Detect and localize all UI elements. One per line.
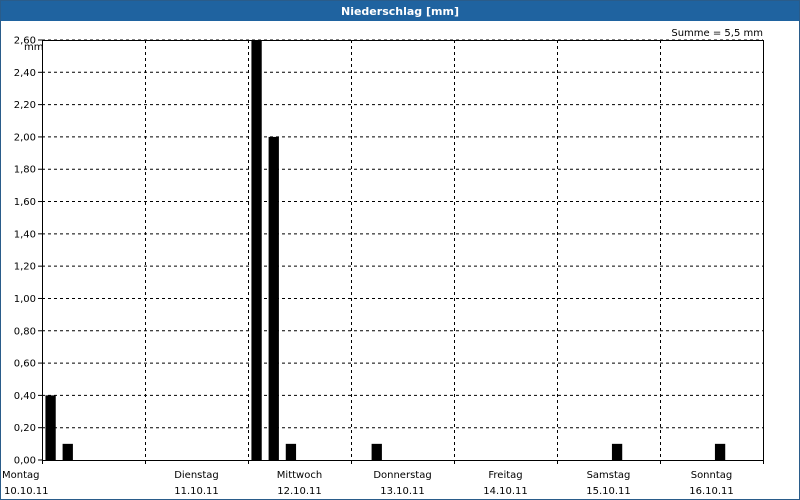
precipitation-chart: 0,00 0,20 0,40 0,60 0,80 1,00 1,20 1,40 1,60 1,80… bbox=[2, 28, 764, 497]
x-tick-labels: Montag 10.10.11 Dienstag 11.10.11 Mittwoch 12… bbox=[2, 470, 734, 497]
x-tick-label-day: Freitag bbox=[488, 470, 522, 481]
x-tick-label-day: Dienstag bbox=[174, 470, 219, 481]
x-tick-label-day: Montag bbox=[2, 470, 39, 481]
bar bbox=[45, 395, 56, 460]
y-tick-label: 2,40 bbox=[14, 68, 36, 79]
y-tick-label: 2,00 bbox=[14, 132, 36, 143]
y-tick-label: 1,40 bbox=[14, 229, 36, 240]
x-tick-label-date: 13.10.11 bbox=[380, 486, 425, 497]
x-tick-label-date: 10.10.11 bbox=[4, 486, 49, 497]
y-tick-label: 0,00 bbox=[14, 456, 36, 467]
y-axis-unit: mm bbox=[24, 42, 43, 53]
x-tick-label-date: 14.10.11 bbox=[483, 486, 528, 497]
bar bbox=[714, 443, 726, 460]
x-tick-label-day: Samstag bbox=[587, 470, 631, 481]
sum-label: Summe = 5,5 mm bbox=[671, 28, 763, 39]
x-tick-label-date: 16.10.11 bbox=[689, 486, 734, 497]
bar bbox=[268, 136, 279, 460]
x-tick-label-day: Mittwoch bbox=[277, 470, 322, 481]
y-tick-label: 0,60 bbox=[14, 359, 36, 370]
bar bbox=[611, 443, 623, 460]
grid-lines bbox=[42, 39, 763, 460]
y-tick-label: 1,80 bbox=[14, 165, 36, 176]
axes bbox=[38, 39, 764, 464]
plot-border bbox=[42, 40, 764, 461]
y-tick-label: 1,20 bbox=[14, 262, 36, 273]
x-tick-label-date: 15.10.11 bbox=[586, 486, 631, 497]
x-tick-label-day: Sonntag bbox=[691, 470, 733, 481]
bar bbox=[251, 40, 262, 460]
y-tick-label: 0,20 bbox=[14, 423, 36, 434]
x-tick-label-day: Donnerstag bbox=[373, 470, 431, 481]
bar bbox=[285, 443, 297, 460]
y-tick-label: 0,80 bbox=[14, 326, 36, 337]
y-tick-label: 0,40 bbox=[14, 391, 36, 402]
x-tick-label-date: 11.10.11 bbox=[174, 486, 219, 497]
y-tick-label: 1,00 bbox=[14, 294, 36, 305]
bar bbox=[371, 443, 382, 460]
x-tick-label-date: 12.10.11 bbox=[277, 486, 322, 497]
bar-series bbox=[45, 40, 726, 460]
y-tick-labels: 0,00 0,20 0,40 0,60 0,80 1,00 1,20 1,40 1,60 1,80… bbox=[14, 36, 36, 467]
bar bbox=[62, 443, 73, 460]
y-tick-label: 1,60 bbox=[14, 197, 36, 208]
y-tick-label: 2,20 bbox=[14, 100, 36, 111]
